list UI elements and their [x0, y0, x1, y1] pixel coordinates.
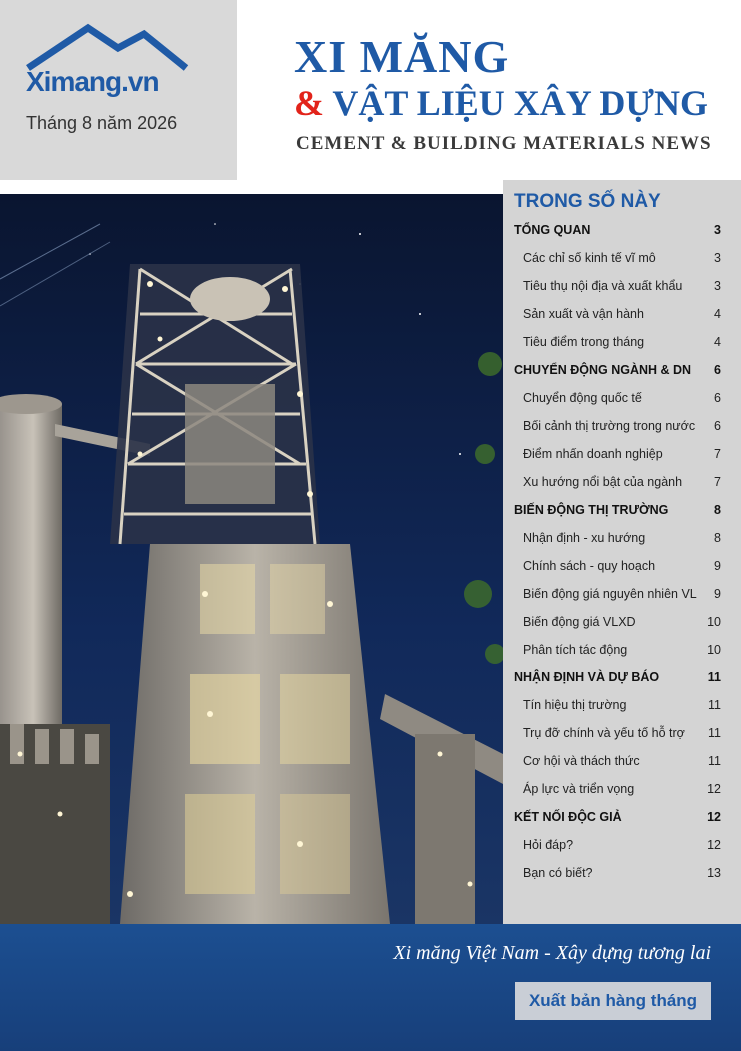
toc-page: 11 — [708, 698, 721, 712]
toc-title: TRONG SỐ NÀY — [514, 191, 661, 212]
toc-label: Hỏi đáp? — [523, 838, 574, 852]
toc-item[interactable]: Áp lực và triển vọng 12 — [523, 777, 721, 801]
toc-label: Bối cảnh thị trường trong nước — [523, 419, 696, 433]
toc-page: 11 — [708, 754, 721, 768]
toc-label: BIẾN ĐỘNG THỊ TRƯỜNG — [514, 503, 669, 517]
toc-section-bien-dong[interactable]: BIẾN ĐỘNG THỊ TRƯỜNG 8 — [514, 498, 721, 522]
toc-label: Điểm nhấn doanh nghiệp — [523, 447, 663, 461]
title-subtext: VẬT LIỆU XÂY DỰNG — [332, 83, 709, 123]
logo-text[interactable]: Ximang.vn — [26, 66, 160, 98]
toc-label: Trụ đỡ chính và yếu tố hỗ trợ — [523, 726, 685, 740]
toc-page: 6 — [714, 419, 721, 433]
issue-date: Tháng 8 năm 2026 — [26, 113, 178, 133]
toc-section-chuyen-dong[interactable]: CHUYỂN ĐỘNG NGÀNH & DN 6 — [514, 358, 721, 382]
cover-photo-cement-plant — [0, 194, 503, 924]
toc-section-tong-quan[interactable]: TỔNG QUAN 3 — [514, 218, 721, 242]
toc-page: 12 — [707, 810, 721, 824]
toc-label: Bạn có biết? — [523, 866, 593, 880]
toc-page: 13 — [707, 866, 721, 880]
toc-page: 12 — [707, 838, 721, 852]
footer-band: Xi măng Việt Nam - Xây dựng tương lai Xu… — [0, 924, 741, 1051]
toc-label: Tín hiệu thị trường — [523, 698, 627, 712]
toc-page: 7 — [714, 447, 721, 461]
toc-page: 4 — [714, 335, 721, 349]
toc-label: Áp lực và triển vọng — [523, 782, 635, 796]
toc-page: 6 — [714, 363, 721, 377]
toc-page: 6 — [714, 391, 721, 405]
toc-item[interactable]: Các chỉ số kinh tế vĩ mô 3 — [523, 246, 721, 270]
toc-label: KẾT NỐI ĐỘC GIẢ — [514, 810, 622, 824]
toc-item[interactable]: Bạn có biết? 13 — [523, 861, 721, 885]
toc-label: TỔNG QUAN — [514, 223, 591, 237]
toc-item[interactable]: Phân tích tác động 10 — [523, 638, 721, 662]
toc-page: 10 — [707, 615, 721, 629]
toc-item[interactable]: Điểm nhấn doanh nghiệp 7 — [523, 442, 721, 466]
toc-label: Xu hướng nổi bật của ngành — [523, 475, 683, 489]
toc-label: Biến động giá nguyên nhiên VL — [523, 587, 697, 601]
toc-label: CHUYỂN ĐỘNG NGÀNH & DN — [514, 363, 692, 377]
magazine-title-english: CEMENT & BUILDING MATERIALS NEWS — [296, 133, 712, 154]
toc-label: Nhận định - xu hướng — [523, 531, 646, 545]
toc-page: 10 — [707, 643, 721, 657]
toc-item[interactable]: Biến động giá VLXD 10 — [523, 610, 721, 634]
toc-item[interactable]: Bối cảnh thị trường trong nước 6 — [523, 414, 721, 438]
toc-item[interactable]: Tiêu thụ nội địa và xuất khẩu 3 — [523, 274, 721, 298]
toc-label: Các chỉ số kinh tế vĩ mô — [523, 251, 656, 265]
toc-label: NHẬN ĐỊNH VÀ DỰ BÁO — [514, 670, 660, 684]
toc-page: 8 — [714, 503, 721, 517]
toc-item[interactable]: Tín hiệu thị trường 11 — [523, 693, 721, 717]
toc-item[interactable]: Trụ đỡ chính và yếu tố hỗ trợ 11 — [523, 721, 721, 745]
toc-label: Tiêu điểm trong tháng — [523, 335, 645, 349]
toc-label: Chính sách - quy hoạch — [523, 559, 656, 573]
title-ampersand: & — [294, 83, 324, 123]
slogan: Xi măng Việt Nam - Xây dựng tương lai — [393, 942, 711, 964]
toc-item[interactable]: Cơ hội và thách thức 11 — [523, 749, 721, 773]
toc-label: Chuyển động quốc tế — [523, 391, 642, 405]
toc-page: 9 — [714, 587, 721, 601]
toc-label: Biến động giá VLXD — [523, 615, 636, 629]
toc-label: Cơ hội và thách thức — [523, 754, 640, 768]
toc-item[interactable]: Sản xuất và vận hành 4 — [523, 302, 721, 326]
toc-page: 3 — [714, 223, 721, 237]
toc-label: Tiêu thụ nội địa và xuất khẩu — [523, 279, 683, 293]
toc-item[interactable]: Nhận định - xu hướng 8 — [523, 526, 721, 550]
toc-item[interactable]: Xu hướng nổi bật của ngành 7 — [523, 470, 721, 494]
toc-page: 8 — [714, 531, 721, 545]
toc-section-ket-noi[interactable]: KẾT NỐI ĐỘC GIẢ 12 — [514, 805, 721, 829]
toc-item[interactable]: Biến động giá nguyên nhiên VL 9 — [523, 582, 721, 606]
header-title-panel: XI MĂNG & VẬT LIỆU XÂY DỰNG CEMENT & BUI… — [237, 0, 741, 180]
header-logo-panel: Ximang.vn Tháng 8 năm 2026 — [0, 0, 237, 180]
toc-page: 11 — [708, 726, 721, 740]
toc-page: 9 — [714, 559, 721, 573]
magazine-title-sub: & VẬT LIỆU XÂY DỰNG — [294, 82, 708, 124]
table-of-contents: TRONG SỐ NÀY TỔNG QUAN 3 Các chỉ số kinh… — [503, 180, 741, 924]
toc-label: Sản xuất và vận hành — [523, 307, 644, 321]
toc-section-nhan-dinh[interactable]: NHẬN ĐỊNH VÀ DỰ BÁO 11 — [514, 665, 721, 689]
magazine-title-main: XI MĂNG — [294, 31, 510, 82]
toc-page: 7 — [714, 475, 721, 489]
toc-item[interactable]: Hỏi đáp? 12 — [523, 833, 721, 857]
toc-page: 11 — [707, 670, 721, 684]
toc-page: 3 — [714, 279, 721, 293]
toc-item[interactable]: Chuyển động quốc tế 6 — [523, 386, 721, 410]
toc-item[interactable]: Chính sách - quy hoạch 9 — [523, 554, 721, 578]
toc-page: 12 — [707, 782, 721, 796]
monthly-publication-badge: Xuất bản hàng tháng — [515, 982, 711, 1020]
toc-page: 4 — [714, 307, 721, 321]
toc-item[interactable]: Tiêu điểm trong tháng 4 — [523, 330, 721, 354]
toc-label: Phân tích tác động — [523, 643, 628, 657]
toc-page: 3 — [714, 251, 721, 265]
